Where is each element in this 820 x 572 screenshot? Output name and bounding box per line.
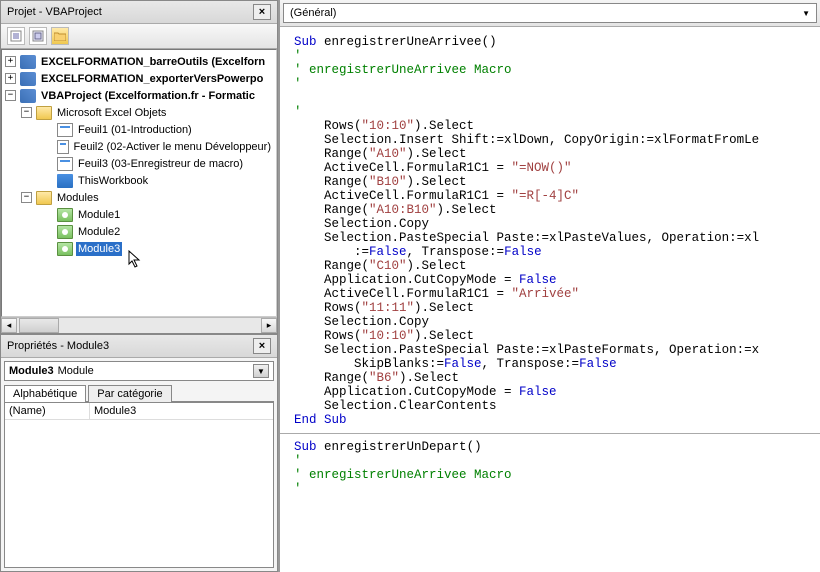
view-object-icon[interactable]: [29, 27, 47, 45]
tree-label: Microsoft Excel Objets: [55, 106, 168, 120]
object-dropdown[interactable]: (Général) ▼: [283, 3, 817, 23]
tree-node-workbook[interactable]: ThisWorkbook: [5, 172, 273, 189]
object-selector[interactable]: Module3 Module ▼: [4, 361, 274, 381]
chevron-down-icon: ▼: [802, 9, 810, 18]
tree-node-sheet[interactable]: Feuil2 (02-Activer le menu Développeur): [5, 138, 273, 155]
scroll-right-icon[interactable]: ▸: [261, 318, 277, 333]
folder-icon: [36, 106, 52, 120]
tree-label: Feuil2 (02-Activer le menu Développeur): [72, 140, 273, 154]
code-panel: (Général) ▼ Sub enregistrerUneArrivee() …: [280, 0, 820, 572]
chevron-down-icon[interactable]: ▼: [253, 364, 269, 378]
object-name: Module3: [9, 365, 54, 377]
object-type: Module: [58, 365, 94, 377]
tree-node-module[interactable]: Module2: [5, 223, 273, 240]
tree-label: Module1: [76, 208, 122, 222]
properties-title-bar: Propriétés - Module3 ×: [1, 335, 277, 358]
properties-title: Propriétés - Module3: [7, 340, 109, 352]
module-icon: [57, 242, 73, 256]
close-icon[interactable]: ×: [253, 4, 271, 20]
tab-alphabetic[interactable]: Alphabétique: [4, 385, 86, 402]
folder-icon: [36, 191, 52, 205]
project-explorer-panel: Projet - VBAProject × +: [0, 0, 278, 334]
properties-grid[interactable]: (Name) Module3: [4, 402, 274, 568]
worksheet-icon: [57, 140, 69, 154]
expander-icon[interactable]: +: [5, 56, 16, 67]
code-header: (Général) ▼: [280, 0, 820, 27]
tree-node-folder[interactable]: − Microsoft Excel Objets: [5, 104, 273, 121]
workbook-icon: [57, 174, 73, 188]
module-icon: [57, 225, 73, 239]
tree-label: Module2: [76, 225, 122, 239]
tree-node-sheet[interactable]: Feuil3 (03-Enregistreur de macro): [5, 155, 273, 172]
vbaproject-icon: [20, 55, 36, 69]
toggle-folders-icon[interactable]: [51, 27, 69, 45]
expander-icon[interactable]: −: [5, 90, 16, 101]
vbaproject-icon: [20, 89, 36, 103]
project-toolbar: [1, 24, 277, 49]
tree-node-project[interactable]: + EXCELFORMATION_barreOutils (Excelforn: [5, 53, 273, 70]
properties-tabs: Alphabétique Par catégorie: [4, 384, 274, 402]
worksheet-icon: [57, 123, 73, 137]
tree-node-project[interactable]: + EXCELFORMATION_exporterVersPowerpo: [5, 70, 273, 87]
properties-panel: Propriétés - Module3 × Module3 Module ▼ …: [0, 334, 278, 572]
tree-node-folder[interactable]: − Modules: [5, 189, 273, 206]
property-row[interactable]: (Name) Module3: [5, 403, 273, 420]
scroll-left-icon[interactable]: ◂: [1, 318, 17, 333]
tree-label: Modules: [55, 191, 101, 205]
tab-category[interactable]: Par catégorie: [88, 385, 171, 402]
vbaproject-icon: [20, 72, 36, 86]
expander-icon[interactable]: −: [21, 192, 32, 203]
tree-label: VBAProject (Excelformation.fr - Formatic: [39, 89, 257, 103]
worksheet-icon: [57, 157, 73, 171]
tree-label: Module3: [76, 242, 122, 256]
tree-label: Feuil1 (01-Introduction): [76, 123, 194, 137]
project-tree[interactable]: + EXCELFORMATION_barreOutils (Excelforn …: [1, 49, 277, 317]
horizontal-scrollbar[interactable]: ◂ ▸: [1, 317, 277, 333]
property-value[interactable]: Module3: [90, 403, 140, 419]
tree-label: EXCELFORMATION_barreOutils (Excelforn: [39, 55, 267, 69]
tree-node-project[interactable]: − VBAProject (Excelformation.fr - Format…: [5, 87, 273, 104]
view-code-icon[interactable]: [7, 27, 25, 45]
tree-label: ThisWorkbook: [76, 174, 150, 188]
dropdown-label: (Général): [290, 7, 336, 19]
property-name: (Name): [5, 403, 90, 419]
expander-icon[interactable]: +: [5, 73, 16, 84]
scroll-thumb[interactable]: [19, 318, 59, 333]
project-panel-title: Projet - VBAProject: [7, 6, 102, 18]
code-editor[interactable]: Sub enregistrerUneArrivee() ' ' enregist…: [280, 27, 820, 572]
tree-node-module[interactable]: Module1: [5, 206, 273, 223]
tree-node-module-selected[interactable]: Module3: [5, 240, 273, 257]
tree-label: EXCELFORMATION_exporterVersPowerpo: [39, 72, 265, 86]
close-icon[interactable]: ×: [253, 338, 271, 354]
tree-label: Feuil3 (03-Enregistreur de macro): [76, 157, 245, 171]
expander-icon[interactable]: −: [21, 107, 32, 118]
module-icon: [57, 208, 73, 222]
tree-node-sheet[interactable]: Feuil1 (01-Introduction): [5, 121, 273, 138]
project-panel-title-bar: Projet - VBAProject ×: [1, 1, 277, 24]
